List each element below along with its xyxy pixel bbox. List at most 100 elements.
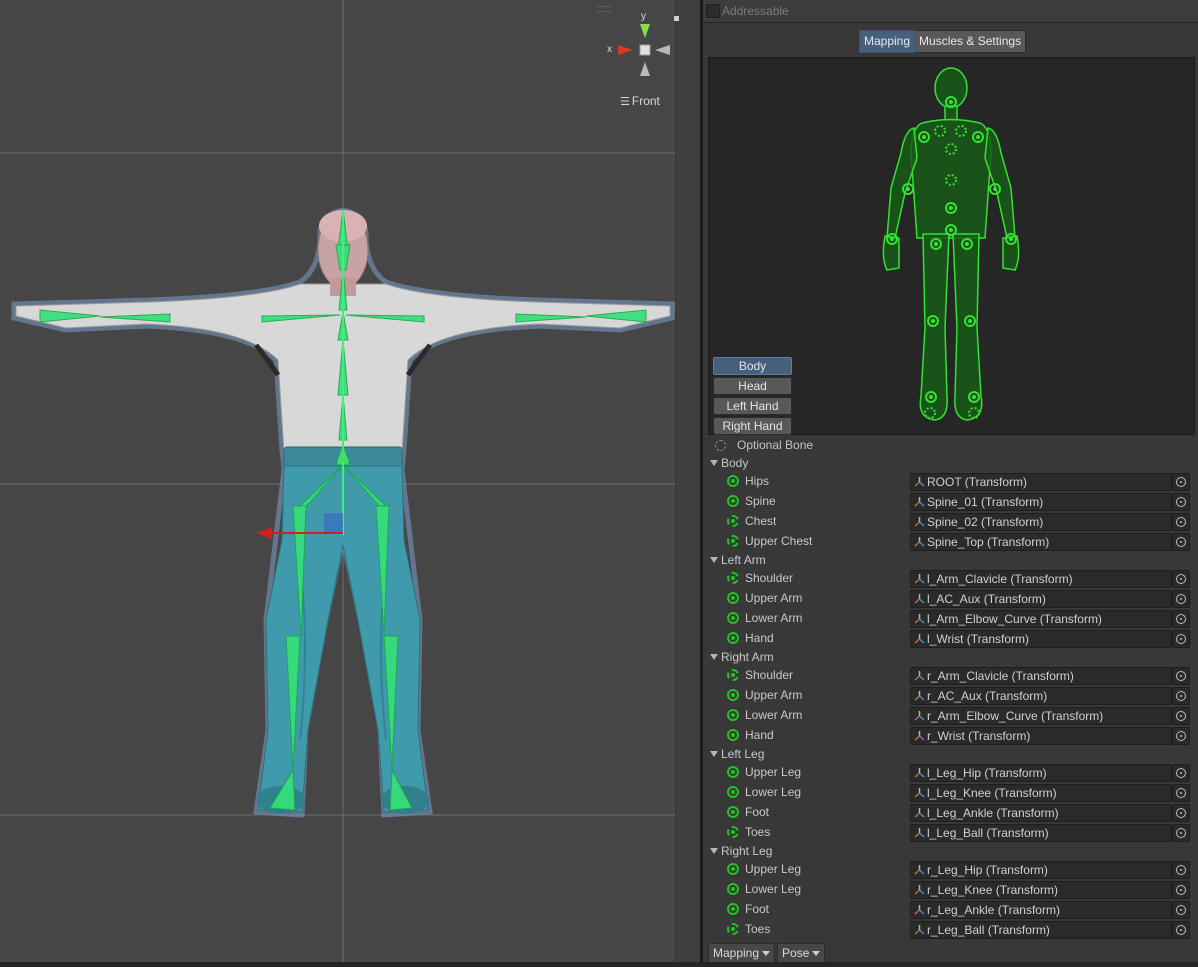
scene-viewport[interactable] [0, 0, 700, 962]
object-picker-icon[interactable] [1172, 901, 1190, 919]
transform-object-field[interactable]: ROOT (Transform) [910, 473, 1172, 491]
tab-muscles-settings[interactable]: Muscles & Settings [915, 30, 1027, 53]
bone-name: Hips [745, 474, 770, 488]
body-part-body-button[interactable]: Body [713, 357, 792, 375]
transform-object-field[interactable]: r_Leg_Hip (Transform) [910, 861, 1172, 879]
body-part-head-button[interactable]: Head [713, 377, 792, 395]
object-picker-icon[interactable] [1172, 881, 1190, 899]
transform-object-field[interactable]: r_AC_Aux (Transform) [910, 687, 1172, 705]
transform-object-field[interactable]: r_Leg_Ball (Transform) [910, 921, 1172, 939]
transform-object-field[interactable]: r_Leg_Ankle (Transform) [910, 901, 1172, 919]
transform-object-field[interactable]: r_Arm_Clavicle (Transform) [910, 667, 1172, 685]
bone-name: Shoulder [745, 668, 794, 682]
group-right-leg[interactable]: Right Leg [703, 843, 1198, 860]
object-picker-icon[interactable] [1172, 513, 1190, 531]
group-label: Left Leg [721, 747, 765, 761]
status-strip [0, 962, 1198, 967]
transform-field-value: Spine_01 (Transform) [927, 495, 1044, 509]
transform-object-field[interactable]: r_Arm_Elbow_Curve (Transform) [910, 707, 1172, 725]
object-picker-icon[interactable] [1172, 861, 1190, 879]
transform-field-value: ROOT (Transform) [927, 475, 1028, 489]
body-part-right-hand-button[interactable]: Right Hand [713, 417, 792, 435]
mapping-dropdown[interactable]: Mapping [708, 943, 776, 962]
bone-status-icon [727, 806, 739, 818]
body-part-left-hand-button[interactable]: Left Hand [713, 397, 792, 415]
orientation-gizmo[interactable]: y x [600, 10, 680, 80]
transform-object-field[interactable]: l_AC_Aux (Transform) [910, 590, 1172, 608]
optional-bone-icon [727, 535, 739, 547]
y-axis-label: y [641, 11, 646, 22]
transform-object-field[interactable]: l_Leg_Hip (Transform) [910, 764, 1172, 782]
transform-object-field[interactable]: l_Leg_Ankle (Transform) [910, 804, 1172, 822]
transform-object-field[interactable]: r_Wrist (Transform) [910, 727, 1172, 745]
transform-field-value: r_Leg_Ball (Transform) [927, 923, 1050, 937]
object-picker-icon[interactable] [1172, 590, 1190, 608]
transform-object-field[interactable]: l_Leg_Knee (Transform) [910, 784, 1172, 802]
transform-field-value: r_AC_Aux (Transform) [927, 689, 1048, 703]
object-picker-icon[interactable] [1172, 727, 1190, 745]
group-left-arm[interactable]: Left Arm [703, 552, 1198, 569]
bone-name: Upper Leg [745, 862, 802, 876]
transform-icon [914, 731, 925, 741]
y-axis-cone-icon [640, 24, 650, 38]
object-picker-icon[interactable] [1172, 804, 1190, 822]
transform-object-field[interactable]: Spine_Top (Transform) [910, 533, 1172, 551]
addressable-checkbox[interactable] [706, 4, 720, 18]
bone-name: Toes [745, 922, 771, 936]
view-orientation-label[interactable]: ☰ Front [620, 94, 660, 108]
object-picker-icon[interactable] [1172, 784, 1190, 802]
object-picker-icon[interactable] [1172, 707, 1190, 725]
bone-row-right-arm-hand: Hand r_Wrist (Transform) [703, 726, 1198, 746]
transform-field-value: l_Leg_Knee (Transform) [927, 786, 1057, 800]
object-picker-icon[interactable] [1172, 824, 1190, 842]
avatar-body-view: Body Head Left Hand Right Hand [708, 57, 1195, 435]
transform-field-value: r_Arm_Clavicle (Transform) [927, 669, 1074, 683]
transform-field-value: Spine_02 (Transform) [927, 515, 1044, 529]
pose-dropdown[interactable]: Pose [777, 943, 826, 962]
group-body[interactable]: Body [703, 455, 1198, 472]
optional-bone-icon [727, 572, 739, 584]
transform-icon [914, 634, 925, 644]
transform-object-field[interactable]: l_Leg_Ball (Transform) [910, 824, 1172, 842]
object-picker-icon[interactable] [1172, 764, 1190, 782]
object-picker-icon[interactable] [1172, 473, 1190, 491]
transform-icon [914, 477, 925, 487]
bone-name: Upper Leg [745, 765, 802, 779]
avatar-inspector: Addressable Mapping Muscles & Settings B… [703, 0, 1198, 962]
transform-field-value: l_Arm_Elbow_Curve (Transform) [927, 612, 1102, 626]
object-picker-icon[interactable] [1172, 687, 1190, 705]
transform-object-field[interactable]: Spine_02 (Transform) [910, 513, 1172, 531]
group-left-leg[interactable]: Left Leg [703, 746, 1198, 763]
transform-icon [914, 828, 925, 838]
transform-object-field[interactable]: Spine_01 (Transform) [910, 493, 1172, 511]
transform-object-field[interactable]: l_Wrist (Transform) [910, 630, 1172, 648]
object-picker-icon[interactable] [1172, 570, 1190, 588]
transform-object-field[interactable]: l_Arm_Clavicle (Transform) [910, 570, 1172, 588]
object-picker-icon[interactable] [1172, 630, 1190, 648]
bone-name: Lower Leg [745, 785, 802, 799]
bone-name: Shoulder [745, 571, 794, 585]
object-picker-icon[interactable] [1172, 493, 1190, 511]
bone-row-left-arm-upper-arm: Upper Arm l_AC_Aux (Transform) [703, 589, 1198, 609]
transform-field-value: r_Leg_Knee (Transform) [927, 883, 1058, 897]
transform-field-value: Spine_Top (Transform) [927, 535, 1050, 549]
bone-row-body-chest: Chest Spine_02 (Transform) [703, 512, 1198, 532]
transform-object-field[interactable]: l_Arm_Elbow_Curve (Transform) [910, 610, 1172, 628]
object-picker-icon[interactable] [1172, 533, 1190, 551]
transform-object-field[interactable]: r_Leg_Knee (Transform) [910, 881, 1172, 899]
tab-mapping[interactable]: Mapping [859, 30, 916, 53]
object-picker-icon[interactable] [1172, 667, 1190, 685]
object-picker-icon[interactable] [1172, 921, 1190, 939]
object-picker-icon[interactable] [1172, 610, 1190, 628]
bone-row-body-spine: Spine Spine_01 (Transform) [703, 492, 1198, 512]
bone-row-right-leg-toes: Toes r_Leg_Ball (Transform) [703, 920, 1198, 940]
transform-field-value: l_Leg_Ankle (Transform) [927, 806, 1059, 820]
scene-view[interactable]: y x ☰ Front [0, 0, 700, 962]
transform-icon [914, 671, 925, 681]
group-right-arm[interactable]: Right Arm [703, 649, 1198, 666]
inspector-tabs: Mapping Muscles & Settings [859, 30, 1027, 53]
transform-icon [914, 788, 925, 798]
bone-status-icon [727, 495, 739, 507]
transform-field-value: l_Wrist (Transform) [927, 632, 1029, 646]
group-label: Right Leg [721, 844, 773, 858]
